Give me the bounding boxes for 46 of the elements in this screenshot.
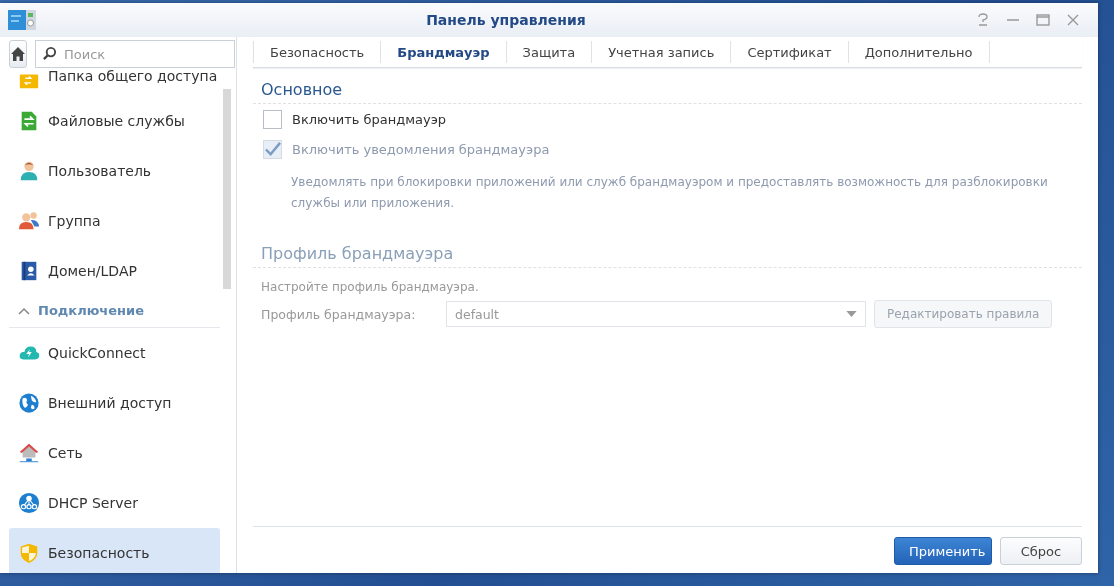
sidebar-item[interactable]: Сеть (9, 428, 220, 478)
sidebar-item[interactable]: QuickConnect (9, 328, 220, 378)
shield-icon (18, 542, 40, 564)
sidebar-item[interactable]: Папка общего доступа (9, 68, 220, 96)
description-text: Уведомлять при блокировки приложений или служб брандмауэром и предоставлять возможность для разблокировки службы или приложения. (290, 174, 1049, 212)
help-icon[interactable] (976, 13, 990, 27)
tab[interactable]: Защита (506, 41, 593, 63)
sidebar-item[interactable]: DHCP Server (9, 478, 220, 528)
chevron-icon (18, 306, 30, 315)
group-icon (18, 210, 40, 232)
checkbox-label: Включить брандмауэр (292, 111, 447, 127)
section-header[interactable]: Подключение (9, 294, 220, 328)
section-label: Подключение (38, 303, 144, 318)
tab[interactable]: Безопасность (253, 41, 382, 63)
section-title: Основное (253, 68, 1082, 104)
globe-icon (18, 392, 40, 414)
tab[interactable]: Сертификат (731, 41, 849, 63)
search-field[interactable]: Поиск (35, 40, 235, 68)
apply-button[interactable]: Применить (894, 537, 992, 565)
scrollbar[interactable] (223, 89, 231, 289)
sidebar-item[interactable]: Файловые службы (9, 96, 220, 146)
close-icon[interactable] (1066, 13, 1080, 27)
section-title: Профиль брандмауэра (253, 232, 1082, 268)
network-nodes-icon (18, 492, 40, 514)
sidebar-item[interactable]: Пользователь (9, 146, 220, 196)
maximize-icon[interactable] (1036, 13, 1050, 27)
checkbox-label: Включить уведомления брандмауэра (292, 141, 550, 157)
checkbox[interactable] (263, 109, 282, 129)
sidebar-item[interactable]: Внешний доступ (9, 378, 220, 428)
home-button[interactable] (9, 40, 27, 68)
caret-icon (846, 311, 857, 317)
hint-text: Настройте профиль брандмауэра. (260, 279, 480, 296)
house-network-icon (18, 442, 40, 464)
tab[interactable]: Брандмауэр (381, 41, 507, 63)
home-icon (10, 46, 26, 62)
sidebar-item[interactable]: Безопасность (9, 528, 220, 573)
reset-button[interactable]: Сброс (1000, 537, 1082, 565)
tab[interactable]: Дополнительно (848, 41, 990, 63)
sidebar-item[interactable]: Домен/LDAP (9, 246, 220, 296)
window-title: Панель управления (425, 12, 587, 28)
sidebar-item[interactable]: Группа (9, 196, 220, 246)
search-icon (42, 46, 57, 61)
user-icon (18, 160, 40, 182)
tab[interactable]: Учетная запись (592, 41, 732, 63)
control-panel-icon (8, 9, 36, 31)
field-label: Профиль брандмауэра: (261, 306, 417, 322)
